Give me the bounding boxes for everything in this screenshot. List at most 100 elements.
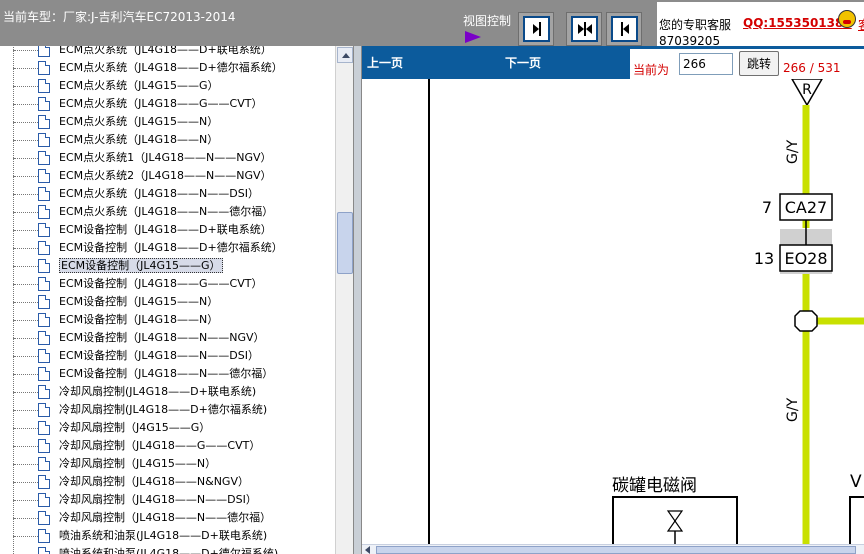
tree-item-label: ECM设备控制（JL4G18——D+德尔福系统）	[59, 241, 283, 254]
tree-item[interactable]: 冷却风扇控制(JL4G18——D+德尔福系统)	[0, 392, 335, 419]
wiring-diagram: R G/Y G/Y CA27 7 EO28 13 碳罐电磁阀 V	[428, 79, 864, 544]
document-icon	[38, 79, 50, 93]
tree-item-label: ECM设备控制（JL4G18——G——CVT）	[59, 277, 263, 290]
fit-right-button[interactable]	[518, 12, 554, 46]
page-nav-bar: 上一页 下一页 当前为 跳转 266 / 531	[362, 46, 864, 79]
document-icon	[38, 259, 50, 273]
document-icon	[38, 295, 50, 309]
tree-item[interactable]: ECM设备控制（JL4G18——N——德尔福）	[0, 356, 335, 383]
document-icon	[38, 223, 50, 237]
tree-item[interactable]: ECM点火系统（JL4G18——N）	[0, 122, 335, 149]
tree-item[interactable]: ECM设备控制（JL4G18——D+德尔福系统）	[0, 230, 335, 257]
document-icon	[38, 421, 50, 435]
document-icon	[38, 367, 50, 381]
tree-item[interactable]: ECM设备控制（JL4G18——N——NGV）	[0, 320, 335, 347]
tree-item-label: 喷油系统和油泵(JL4G18——D+联电系统)	[59, 529, 268, 542]
qq-penguin-icon[interactable]	[838, 10, 856, 28]
tree-item[interactable]: ECM设备控制（JL4G18——N——DSI）	[0, 338, 335, 365]
tree-item-label: 冷却风扇控制(JL4G18——D+联电系统)	[59, 385, 257, 398]
horizontal-scrollbar-thumb[interactable]	[376, 546, 856, 554]
document-icon	[38, 403, 50, 417]
tree-item-label: 冷却风扇控制（JL4G18——N——德尔福）	[59, 511, 272, 524]
document-icon	[38, 187, 50, 201]
current-vehicle-label: 当前车型：厂家:J-吉利汽车EC72013-2014	[3, 10, 236, 24]
diagram-tree-panel: ECM点火系统（JL4G18——D+联电系统） ECM点火系统（JL4G18——D…	[0, 46, 354, 554]
connector-a-label: CA27	[785, 198, 827, 217]
page-number-input[interactable]	[679, 53, 733, 75]
next-page-link[interactable]: 下一页	[505, 54, 541, 71]
current-page-label: 当前为	[633, 63, 670, 77]
wire-color-top: G/Y	[785, 139, 801, 164]
document-icon	[38, 349, 50, 363]
fit-left-button[interactable]	[606, 12, 642, 46]
tree-item[interactable]: 喷油系统和油泵(JL4G18——D+德尔福系统)	[0, 536, 335, 554]
tree-item-label: ECM点火系统（JL4G18——G——CVT）	[59, 97, 263, 110]
tree-item[interactable]: 冷却风扇控制（JL4G18——N——DSI）	[0, 482, 335, 509]
service-extra-link[interactable]: 客	[858, 16, 864, 33]
tree-item[interactable]: ECM点火系统（JL4G18——D+德尔福系统）	[0, 50, 335, 77]
customer-service-panel: 您的专职客服 QQ:1553501388 客 87039205	[657, 2, 864, 46]
tree-item-label: ECM点火系统（JL4G15——N）	[59, 115, 219, 128]
tree-item-label: ECM设备控制（JL4G18——N——德尔福）	[59, 367, 274, 380]
horizontal-scrollbar[interactable]	[362, 544, 864, 554]
tree-item-label: 冷却风扇控制（JL4G15——N）	[59, 457, 217, 470]
tree-item[interactable]: 冷却风扇控制（JL4G18——N——德尔福）	[0, 500, 335, 527]
tree-scrollbar[interactable]	[335, 46, 353, 554]
pin-a-number: 7	[762, 198, 772, 217]
tree-item-label: 冷却风扇控制（J4G15——G）	[59, 421, 211, 434]
document-icon	[38, 46, 50, 57]
tree-item[interactable]: 冷却风扇控制（JL4G15——N）	[0, 446, 335, 473]
tree-item[interactable]: ECM设备控制（JL4G18——N）	[0, 302, 335, 329]
tree-item[interactable]: ECM点火系统1（JL4G18——N——NGV）	[0, 140, 335, 167]
document-icon	[38, 439, 50, 453]
scrollbar-thumb[interactable]	[337, 212, 353, 274]
right-edge-label: V	[850, 472, 862, 492]
partial-component-box	[849, 496, 864, 544]
service-qq-link[interactable]: QQ:1553501388	[743, 16, 852, 30]
document-icon	[38, 277, 50, 291]
page-count: 266 / 531	[783, 61, 841, 75]
tree-item-label: ECM设备控制（JL4G15——N）	[59, 295, 219, 308]
document-icon	[38, 133, 50, 147]
tree-item[interactable]: 冷却风扇控制（JL4G18——N&NGV）	[0, 464, 335, 491]
scroll-left-icon[interactable]	[365, 546, 370, 554]
tree-item[interactable]: ECM设备控制（JL4G18——G——CVT）	[0, 266, 335, 293]
document-icon	[38, 115, 50, 129]
splice-node	[794, 310, 818, 332]
document-icon	[38, 331, 50, 345]
document-icon	[38, 97, 50, 111]
tree-item[interactable]: ECM点火系统（JL4G15——G）	[0, 68, 335, 95]
tree-item[interactable]: 冷却风扇控制（JL4G18——G——CVT）	[0, 428, 335, 455]
tree-item[interactable]: ECM点火系统2（JL4G18——N——NGV）	[0, 158, 335, 185]
page-jump-box: 当前为 跳转 266 / 531	[630, 49, 864, 79]
tree-item[interactable]: 冷却风扇控制(JL4G18——D+联电系统)	[0, 374, 335, 401]
scroll-up-icon[interactable]	[337, 47, 353, 63]
pin-b-number: 13	[754, 249, 774, 268]
tree-item[interactable]: ECM设备控制（JL4G18——D+联电系统）	[0, 212, 335, 239]
document-icon	[38, 457, 50, 471]
tree-item[interactable]: ECM点火系统（JL4G18——N——德尔福）	[0, 194, 335, 221]
document-icon	[38, 313, 50, 327]
tree-item[interactable]: ECM点火系统（JL4G18——N——DSI）	[0, 176, 335, 203]
connector-b-label: EO28	[784, 249, 827, 268]
tree-item[interactable]: ECM设备控制（JL4G15——N）	[0, 284, 335, 311]
document-icon	[38, 547, 50, 554]
view-control-label: 视图控制	[463, 14, 512, 28]
tree-item-label: ECM设备控制（JL4G18——D+联电系统）	[59, 223, 272, 236]
prev-page-link[interactable]: 上一页	[367, 54, 403, 71]
jump-button[interactable]: 跳转	[739, 51, 779, 76]
arrow-to-bar-right-icon	[523, 16, 550, 42]
tree-item[interactable]: ECM点火系统（JL4G18——D+联电系统）	[0, 46, 335, 59]
arrow-to-bar-left-icon	[611, 16, 638, 42]
tree-item[interactable]: ECM点火系统（JL4G15——N）	[0, 104, 335, 131]
component-label: 碳罐电磁阀	[612, 476, 697, 496]
play-icon[interactable]	[465, 31, 481, 43]
tree-item[interactable]: 喷油系统和油泵(JL4G18——D+联电系统)	[0, 518, 335, 545]
tree-item[interactable]: 冷却风扇控制（J4G15——G）	[0, 410, 335, 437]
tree-item-label: ECM点火系统（JL4G18——D+联电系统）	[59, 46, 272, 56]
tree-item[interactable]: ECM设备控制（JL4G15——G）	[0, 248, 335, 275]
tree-item[interactable]: ECM点火系统（JL4G18——G——CVT）	[0, 86, 335, 113]
document-icon	[38, 475, 50, 489]
document-icon	[38, 151, 50, 165]
fit-center-button[interactable]	[566, 12, 602, 46]
